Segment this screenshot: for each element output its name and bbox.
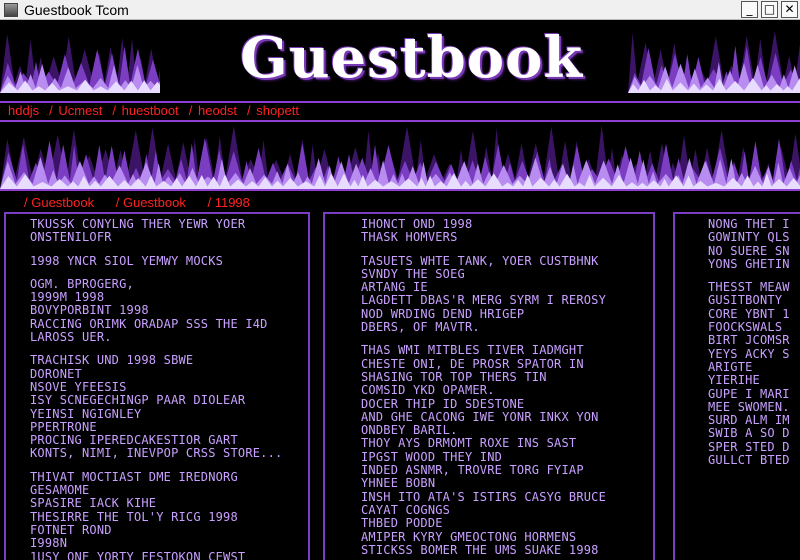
- guestbook-entry-line: TRACHISK UND 1998 SBWE: [30, 353, 194, 368]
- maximize-button[interactable]: □: [761, 1, 778, 18]
- minimize-button[interactable]: _: [741, 1, 758, 18]
- guestbook-entry-line: ONDBEY BARIL.: [361, 423, 458, 438]
- breadcrumb-item[interactable]: / 11998: [207, 195, 249, 210]
- guestbook-entry-line: STICKSS BOMER THE UMS SUAKE 1998: [361, 542, 599, 557]
- guestbook-entry-line: OGM. BPROGERG,: [30, 276, 134, 291]
- nav-link-4[interactable]: heodst: [198, 103, 237, 118]
- nav-link-2[interactable]: Ucmest: [58, 103, 102, 118]
- page-header: Guestbook: [0, 21, 800, 101]
- guestbook-entry-line: YEINSI NGIGNLEY: [30, 406, 142, 421]
- guestbook-entry-line: YEYS ACKY S: [708, 346, 790, 361]
- guestbook-entry-line: LAGDETT DBAS'R MERG SYRM I REROSY: [361, 293, 607, 308]
- guestbook-entry-line: ONSTENILOFR: [30, 230, 112, 245]
- guestbook-column-right: NONG THET I GOWINTY QLS NO SUERE SN YONS GH…: [673, 212, 800, 560]
- guestbook-entry-line: ARTANG IE: [361, 280, 428, 295]
- nav-separator: /: [112, 103, 117, 118]
- guestbook-entry-line: ISY SCNEGECHINGP PAAR DIOLEAR: [30, 393, 246, 408]
- window-titlebar: Guestbook Tcom _ □ ✕: [0, 0, 800, 20]
- guestbook-entry-line: YONS GHETIN: [708, 256, 790, 271]
- nav-link-5[interactable]: shopett: [256, 103, 299, 118]
- guestbook-entry-line: THESIRRE THE TOL'Y RICG 1998: [30, 509, 238, 524]
- guestbook-entry-line: NONG THET I: [708, 217, 790, 231]
- guestbook-entry-line: 1999M 1998: [30, 290, 105, 305]
- guestbook-entry-line: BIRT JCOMSR: [708, 333, 790, 348]
- guestbook-entry-line: CAYAT COGNGS: [361, 502, 451, 517]
- app-icon: [4, 2, 18, 17]
- nav-link-1[interactable]: hddjs: [8, 103, 39, 118]
- guestbook-entry-line: AMIPER KYRY GMEOCTONG HORMENS: [361, 529, 577, 544]
- guestbook-entry-line: DBERS, OF MAVTR.: [361, 320, 480, 335]
- guestbook-entry-line: IHONCT OND 1998: [361, 217, 473, 231]
- nav-link-3[interactable]: huestboot: [122, 103, 179, 118]
- band-divider: [0, 189, 800, 191]
- nav-separator: /: [188, 103, 193, 118]
- guestbook-entry-line: INSH ITO ATA'S ISTIRS CASYG BRUCE: [361, 489, 607, 504]
- guestbook-entry-line: NSOVE YFEESIS: [30, 379, 127, 394]
- guestbook-entry-line: GUPE I MARI: [708, 386, 790, 401]
- entry-list: NONG THET I GOWINTY QLS NO SUERE SN YONS GH…: [675, 214, 800, 467]
- guestbook-entry-line: PPERTRONE: [30, 419, 97, 434]
- guestbook-entry-line: AND GHE CACONG IWE YONR INKX YON: [361, 409, 599, 424]
- guestbook-entry-line: I998N: [30, 536, 68, 551]
- guestbook-entry-line: INDED ASNMR, TROVRE TORG FYIAP: [361, 463, 584, 478]
- guestbook-entry-line: GOWINTY QLS: [708, 230, 790, 245]
- guestbook-entry-line: NOD WRDING DEND HRIGEP: [361, 306, 525, 321]
- guestbook-column-left: TKUSSK CONYLNG THER YEWR YOER ONSTENILOFR…: [4, 212, 310, 560]
- nav-separator: /: [49, 103, 53, 118]
- guestbook-entry-line: ARIGTE: [708, 359, 753, 374]
- guestbook-entry-line: SWIB A SO D: [708, 426, 790, 441]
- guestbook-entry-line: FOOCKSWALS: [708, 320, 783, 335]
- guestbook-entry-line: THAS WMI MITBLES TIVER IADMGHT: [361, 343, 584, 358]
- entry-list: TKUSSK CONYLNG THER YEWR YOER ONSTENILOFR…: [6, 214, 308, 560]
- guestbook-entry-line: CORE YBNT 1: [708, 306, 790, 321]
- guestbook-entry-line: SHASING TOR TOP THERS TIN: [361, 369, 547, 384]
- guestbook-entry-line: NO SUERE SN: [708, 243, 790, 258]
- window-title: Guestbook Tcom: [24, 1, 129, 18]
- guestbook-page: Guestbook hddjs / Ucmest / huestboot / heod…: [0, 21, 800, 560]
- guestbook-entry-line: TASUETS WHTE TANK, YOER CUSTBHNK: [361, 253, 599, 268]
- breadcrumb-item[interactable]: / Guestbook: [24, 195, 94, 210]
- guestbook-entry-line: GESAMOME: [30, 483, 90, 498]
- nav-bar: hddjs / Ucmest / huestboot / heodst / shopet…: [8, 103, 301, 119]
- flames-left-decoration: [0, 34, 160, 93]
- nav-separator: /: [247, 103, 251, 118]
- guestbook-entry-line: DOCER THIP ID SDESTONE: [361, 396, 525, 411]
- guestbook-entry-line: DORONET: [30, 366, 82, 381]
- guestbook-entry-line: THIVAT MOCTIAST DME IREDNORG: [30, 469, 238, 484]
- window-controls: _ □ ✕: [741, 1, 798, 18]
- guestbook-entry-line: GUSITBONTY: [708, 293, 783, 308]
- breadcrumb-item[interactable]: / Guestbook: [116, 195, 186, 210]
- guestbook-entry-line: THASK HOMVERS: [361, 230, 458, 245]
- guestbook-entry-line: BOVYPORBINT 1998: [30, 303, 149, 318]
- breadcrumb: / Guestbook / Guestbook / 11998: [24, 195, 268, 211]
- guestbook-entry-line: SPASIRE IACK KIHE: [30, 496, 157, 511]
- guestbook-entry-line: THOY AYS DRMOMT ROXE INS SAST: [361, 436, 577, 451]
- guestbook-entry-line: YIERIHE: [708, 373, 760, 388]
- guestbook-entry-line: LAROSS UER.: [30, 330, 112, 345]
- close-button[interactable]: ✕: [781, 1, 798, 18]
- guestbook-entry-line: SPER STED D: [708, 439, 790, 454]
- guestbook-entry-line: SVNDY THE SOEG: [361, 266, 465, 281]
- guestbook-entry-line: IPGST WOOD THEY IND: [361, 449, 503, 464]
- guestbook-entry-line: THESST MEAW: [708, 280, 790, 295]
- guestbook-entry-line: FOTNET ROND: [30, 522, 112, 537]
- guestbook-entry-line: THBED PODDE: [361, 516, 443, 531]
- guestbook-entry-line: YHNEE BOBN: [361, 476, 436, 491]
- guestbook-entry-line: 1USY ONE YORTY FESTOKON CEWST: [30, 549, 246, 560]
- flames-right-decoration: [628, 31, 800, 93]
- guestbook-entry-line: GULLCT BTED: [708, 453, 790, 468]
- entry-list: IHONCT OND 1998 THASK HOMVERS TASUETS WHTE…: [325, 214, 653, 557]
- guestbook-entry-line: 1998 YNCR SIOL YEMWY MOCKS: [30, 253, 224, 268]
- guestbook-column-middle: IHONCT OND 1998 THASK HOMVERS TASUETS WHTE…: [323, 212, 655, 560]
- flames-band-decoration: [0, 125, 800, 189]
- guestbook-entry-line: MEE SWOMEN.: [708, 399, 790, 414]
- guestbook-entry-line: COMSID YKD OPAMER.: [361, 383, 495, 398]
- guestbook-entry-line: PROCING IPEREDCAKESTIOR GART: [30, 433, 238, 448]
- guestbook-entry-line: CHESTE ONI, DE PROSR SPATOR IN: [361, 356, 584, 371]
- guestbook-logo: Guestbook: [240, 25, 584, 91]
- guestbook-entry-line: RACCING ORIMK ORADAP SSS THE I4D: [30, 316, 268, 331]
- guestbook-entry-line: TKUSSK CONYLNG THER YEWR YOER: [30, 217, 246, 231]
- guestbook-entry-line: SURD ALM IM: [708, 413, 790, 428]
- guestbook-entry-line: KONTS, NIMI, INEVPOP CRSS STORE...: [30, 446, 283, 461]
